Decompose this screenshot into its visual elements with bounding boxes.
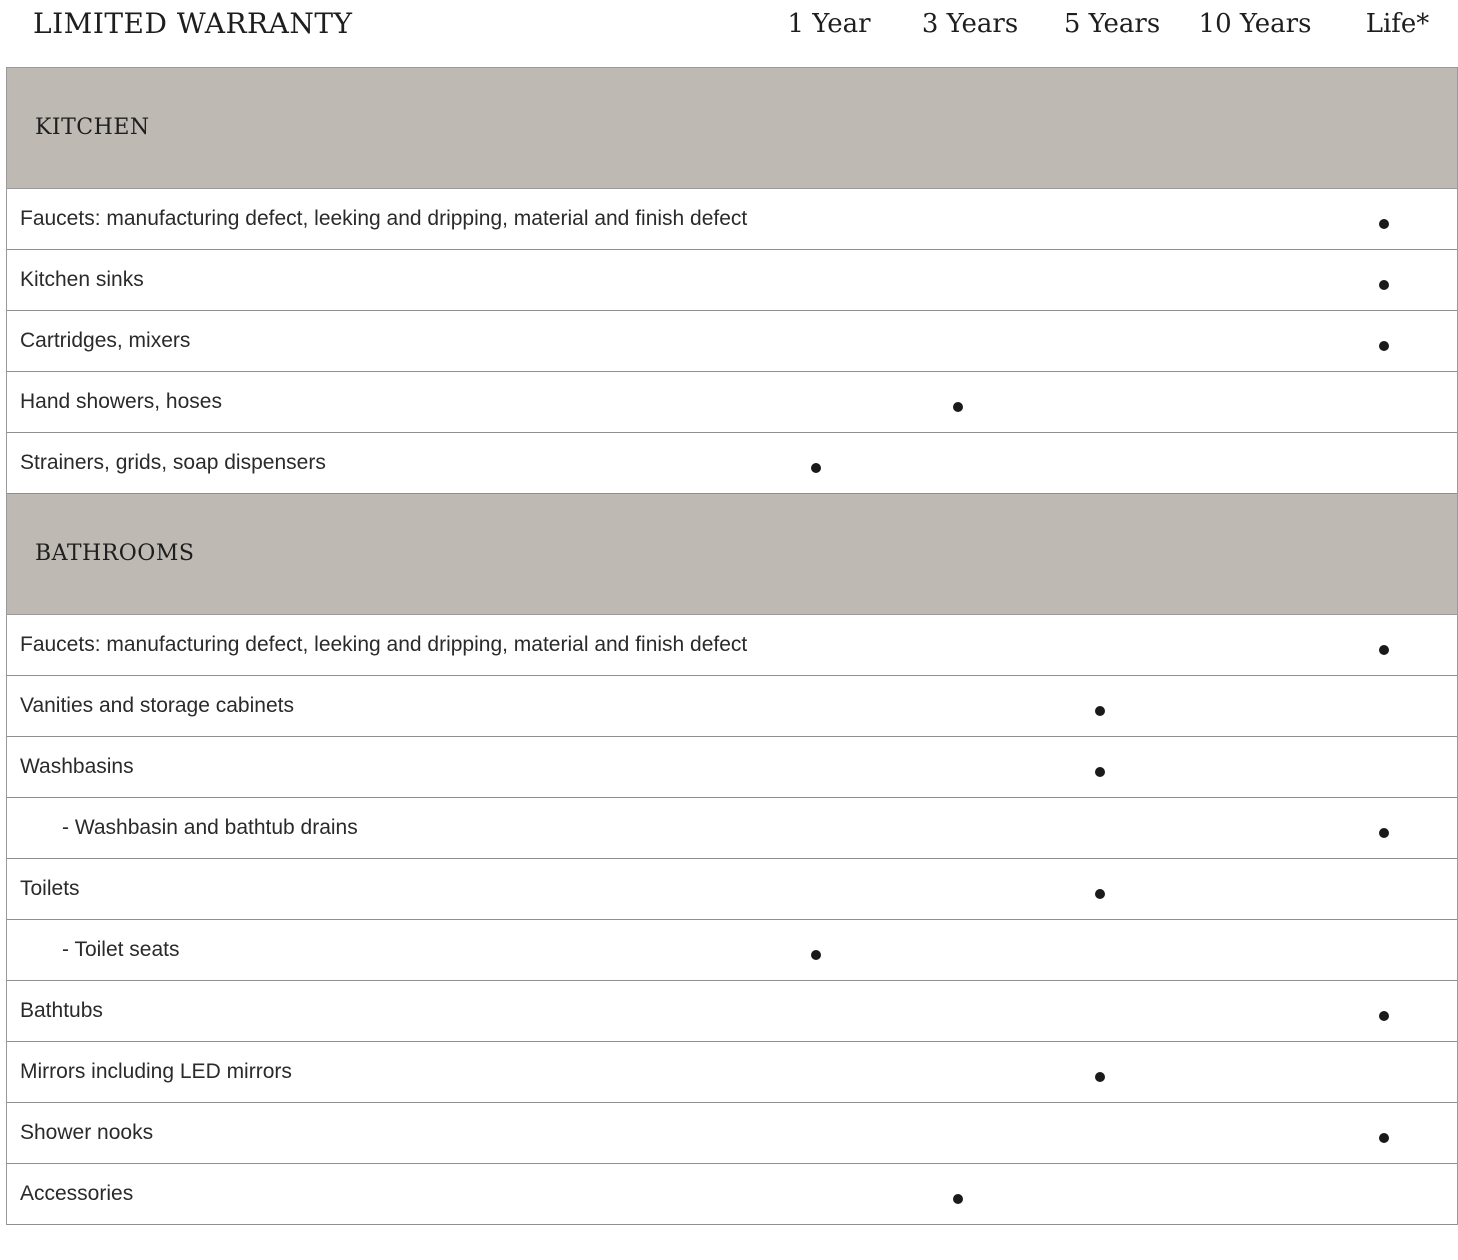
warranty-table: KITCHEN Faucets: manufacturing defect, le… (6, 67, 1458, 1225)
row-label: Faucets: manufacturing defect, leeking a… (20, 207, 748, 230)
row-label: - Washbasin and bathtub drains (62, 816, 358, 839)
column-header-10-years: 10 Years (1198, 9, 1312, 39)
warranty-marker-dot (1095, 1072, 1105, 1082)
row-label: Toilets (20, 877, 80, 900)
page-title: LIMITED WARRANTY (33, 7, 353, 40)
row-label: Hand showers, hoses (20, 390, 222, 413)
warranty-marker-dot (811, 463, 821, 473)
table-row: Kitchen sinks (7, 250, 1457, 311)
row-label: Kitchen sinks (20, 268, 144, 291)
table-row: Vanities and storage cabinets (7, 676, 1457, 737)
row-label: Strainers, grids, soap dispensers (20, 451, 326, 474)
warranty-marker-dot (1379, 280, 1389, 290)
section-kitchen: KITCHEN (7, 68, 1457, 189)
table-row: Toilets (7, 859, 1457, 920)
warranty-marker-dot (1095, 706, 1105, 716)
row-label: Vanities and storage cabinets (20, 694, 294, 717)
section-title: KITCHEN (35, 115, 150, 140)
row-label: Faucets: manufacturing defect, leeking a… (20, 633, 748, 656)
row-label: Accessories (20, 1182, 134, 1205)
row-label: Bathtubs (20, 999, 103, 1022)
table-row: - Washbasin and bathtub drains (7, 798, 1457, 859)
table-row: Accessories (7, 1164, 1457, 1225)
warranty-marker-dot (1095, 889, 1105, 899)
table-row: - Toilet seats (7, 920, 1457, 981)
table-row: Cartridges, mixers (7, 311, 1457, 372)
warranty-marker-dot (1379, 645, 1389, 655)
row-label: Cartridges, mixers (20, 329, 191, 352)
table-row: Hand showers, hoses (7, 372, 1457, 433)
table-row: Bathtubs (7, 981, 1457, 1042)
warranty-marker-dot (1379, 828, 1389, 838)
row-label: Shower nooks (20, 1121, 154, 1144)
column-header-5-years: 5 Years (1063, 9, 1161, 39)
section-title: BATHROOMS (35, 541, 195, 566)
row-label: Washbasins (20, 755, 134, 778)
warranty-marker-dot (953, 402, 963, 412)
table-row: Faucets: manufacturing defect, leeking a… (7, 615, 1457, 676)
warranty-marker-dot (811, 950, 821, 960)
row-label: Mirrors including LED mirrors (20, 1060, 292, 1083)
table-row: Shower nooks (7, 1103, 1457, 1164)
table-row: Faucets: manufacturing defect, leeking a… (7, 189, 1457, 250)
row-label: - Toilet seats (62, 938, 180, 961)
warranty-marker-dot (1379, 1133, 1389, 1143)
warranty-marker-dot (1379, 341, 1389, 351)
table-row: Mirrors including LED mirrors (7, 1042, 1457, 1103)
warranty-marker-dot (1379, 1011, 1389, 1021)
table-row: Strainers, grids, soap dispensers (7, 433, 1457, 494)
table-row: Washbasins (7, 737, 1457, 798)
column-header-3-years: 3 Years (921, 9, 1019, 39)
section-bathrooms: BATHROOMS (7, 494, 1457, 615)
warranty-marker-dot (1095, 767, 1105, 777)
warranty-marker-dot (1379, 219, 1389, 229)
warranty-marker-dot (953, 1194, 963, 1204)
column-header-1-year: 1 Year (787, 9, 871, 39)
column-header-life: Life* (1365, 9, 1430, 39)
